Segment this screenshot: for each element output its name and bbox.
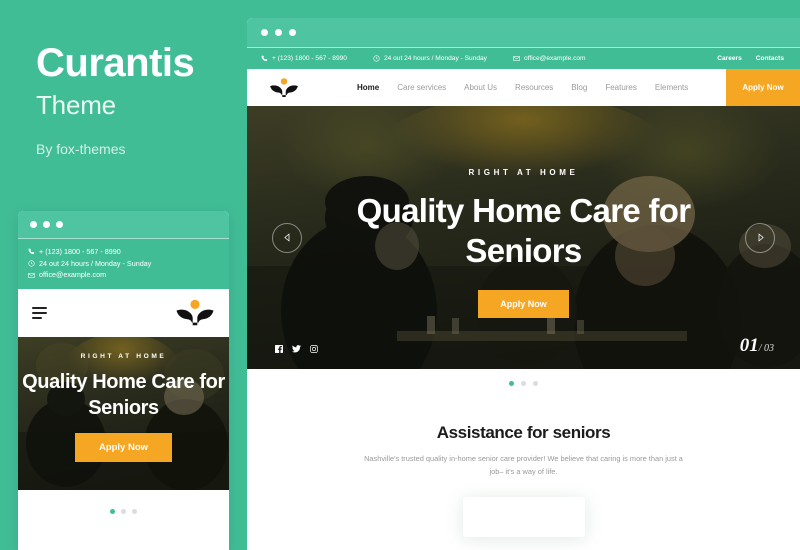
hero-next-arrow[interactable] bbox=[745, 222, 775, 253]
assistance-section: Assistance for seniors Nashville's trust… bbox=[247, 397, 800, 537]
desktop-phone-text: + (123) 1800 - 567 - 8990 bbox=[272, 55, 347, 62]
mobile-phone-text: + (123) 1800 - 567 - 8990 bbox=[39, 247, 121, 256]
mobile-hours-text: 24 out 24 hours / Monday - Sunday bbox=[39, 258, 152, 268]
hero-social-links bbox=[275, 345, 318, 353]
mobile-contact-bar: + (123) 1800 - 567 - 8990 24 out 24 hour… bbox=[18, 239, 229, 289]
topbar-link-contacts[interactable]: Contacts bbox=[756, 55, 784, 62]
nav-item-home[interactable]: Home bbox=[357, 83, 379, 92]
clock-icon bbox=[373, 55, 380, 62]
window-dot-red[interactable] bbox=[261, 29, 268, 36]
mobile-hero-content: RIGHT AT HOME Quality Home Care for Seni… bbox=[18, 337, 229, 490]
brand-title: Curantis bbox=[36, 41, 195, 85]
brand-author: By fox-themes bbox=[36, 141, 126, 157]
assistance-description: Nashville's trusted quality in-home seni… bbox=[364, 454, 683, 476]
instagram-icon[interactable] bbox=[310, 345, 318, 353]
hero-counter-total: / 03 bbox=[758, 343, 774, 354]
slider-dot-1[interactable] bbox=[509, 380, 514, 386]
clock-icon bbox=[28, 260, 35, 267]
mobile-hero-headline: Quality Home Care for Seniors bbox=[22, 370, 225, 419]
window-dot-yellow[interactable] bbox=[275, 29, 282, 36]
mobile-hours-row: 24 out 24 hours / Monday - Sunday bbox=[28, 258, 219, 270]
mobile-slider-dot-3[interactable] bbox=[132, 509, 137, 515]
phone-icon bbox=[261, 55, 268, 62]
nav-item-features[interactable]: Features bbox=[605, 83, 637, 92]
slider-dot-3[interactable] bbox=[533, 380, 538, 386]
window-dot-yellow[interactable] bbox=[43, 221, 50, 228]
desktop-main-menu: Home Care services About Us Resources Bl… bbox=[357, 83, 688, 92]
hamburger-menu-icon[interactable] bbox=[32, 306, 47, 319]
mobile-hero-eyebrow: RIGHT AT HOME bbox=[80, 352, 167, 360]
envelope-icon bbox=[513, 56, 520, 61]
nav-item-resources[interactable]: Resources bbox=[515, 83, 553, 92]
hero-eyebrow: RIGHT AT HOME bbox=[468, 168, 579, 177]
window-dot-green[interactable] bbox=[56, 221, 63, 228]
mobile-hero-slider: RIGHT AT HOME Quality Home Care for Seni… bbox=[18, 336, 229, 490]
desktop-preview-mockup: + (123) 1800 - 567 - 8990 24 out 24 hour… bbox=[247, 18, 800, 550]
desktop-hours-text: 24 out 24 hours / Monday - Sunday bbox=[383, 55, 487, 62]
desktop-logo[interactable] bbox=[269, 77, 299, 98]
phone-icon bbox=[28, 248, 35, 255]
nav-item-elements[interactable]: Elements bbox=[655, 83, 688, 92]
assistance-feature-card[interactable] bbox=[462, 496, 585, 537]
desktop-hero-slider: RIGHT AT HOME Quality Home Care for Seni… bbox=[247, 106, 800, 369]
desktop-topbar-links: Careers Contacts bbox=[717, 55, 784, 62]
mobile-slider-pagination bbox=[18, 489, 229, 534]
nav-item-about-us[interactable]: About Us bbox=[464, 83, 497, 92]
left-brand-panel: Curantis Theme By fox-themes + (123) 180… bbox=[0, 0, 247, 550]
mobile-slider-dot-2[interactable] bbox=[121, 509, 126, 515]
nav-item-blog[interactable]: Blog bbox=[571, 83, 587, 92]
mobile-phone-row[interactable]: + (123) 1800 - 567 - 8990 bbox=[28, 246, 219, 258]
mobile-apply-now-button[interactable]: Apply Now bbox=[74, 433, 173, 463]
nav-item-care-services[interactable]: Care services bbox=[397, 83, 446, 92]
curantis-logo-icon[interactable] bbox=[175, 299, 215, 326]
desktop-navbar: Home Care services About Us Resources Bl… bbox=[247, 69, 800, 106]
window-dot-green[interactable] bbox=[289, 29, 296, 36]
mobile-email-row[interactable]: office@example.com bbox=[28, 269, 219, 281]
nav-apply-now-button[interactable]: Apply Now bbox=[726, 69, 800, 106]
window-dot-red[interactable] bbox=[30, 221, 37, 228]
desktop-email-text: office@example.com bbox=[523, 55, 586, 62]
mobile-email-text: office@example.com bbox=[39, 270, 107, 280]
assistance-title: Assistance for seniors bbox=[436, 423, 611, 442]
desktop-top-contact-bar: + (123) 1800 - 567 - 8990 24 out 24 hour… bbox=[247, 48, 800, 69]
slider-dot-2[interactable] bbox=[521, 380, 526, 386]
brand-block: Curantis Theme By fox-themes bbox=[0, 0, 247, 157]
desktop-email-item[interactable]: office@example.com bbox=[513, 55, 586, 62]
hero-prev-arrow[interactable] bbox=[272, 222, 302, 253]
desktop-window-chrome bbox=[247, 18, 800, 48]
curantis-logo-icon bbox=[270, 78, 298, 98]
mobile-preview-mockup: + (123) 1800 - 567 - 8990 24 out 24 hour… bbox=[18, 211, 229, 550]
desktop-hours-item: 24 out 24 hours / Monday - Sunday bbox=[373, 55, 487, 62]
hero-apply-now-button[interactable]: Apply Now bbox=[478, 289, 569, 318]
brand-subtitle: Theme bbox=[36, 90, 116, 120]
hero-counter-current: 01 bbox=[739, 335, 759, 356]
topbar-link-careers[interactable]: Careers bbox=[717, 55, 742, 62]
twitter-icon[interactable] bbox=[292, 345, 301, 353]
hero-slide-counter: 01/ 03 bbox=[740, 335, 774, 357]
mobile-slider-dot-1[interactable] bbox=[110, 509, 115, 515]
chevron-right-icon bbox=[758, 233, 764, 242]
mobile-window-chrome bbox=[18, 211, 229, 239]
chevron-left-icon bbox=[283, 233, 289, 242]
desktop-hero-content: RIGHT AT HOME Quality Home Care for Seni… bbox=[247, 106, 800, 369]
desktop-slider-pagination bbox=[247, 369, 800, 397]
mobile-navbar bbox=[18, 288, 229, 337]
envelope-icon bbox=[28, 272, 35, 278]
desktop-phone-item[interactable]: + (123) 1800 - 567 - 8990 bbox=[261, 55, 347, 62]
facebook-icon[interactable] bbox=[275, 345, 283, 353]
hero-headline: Quality Home Care for Seniors bbox=[356, 192, 691, 270]
